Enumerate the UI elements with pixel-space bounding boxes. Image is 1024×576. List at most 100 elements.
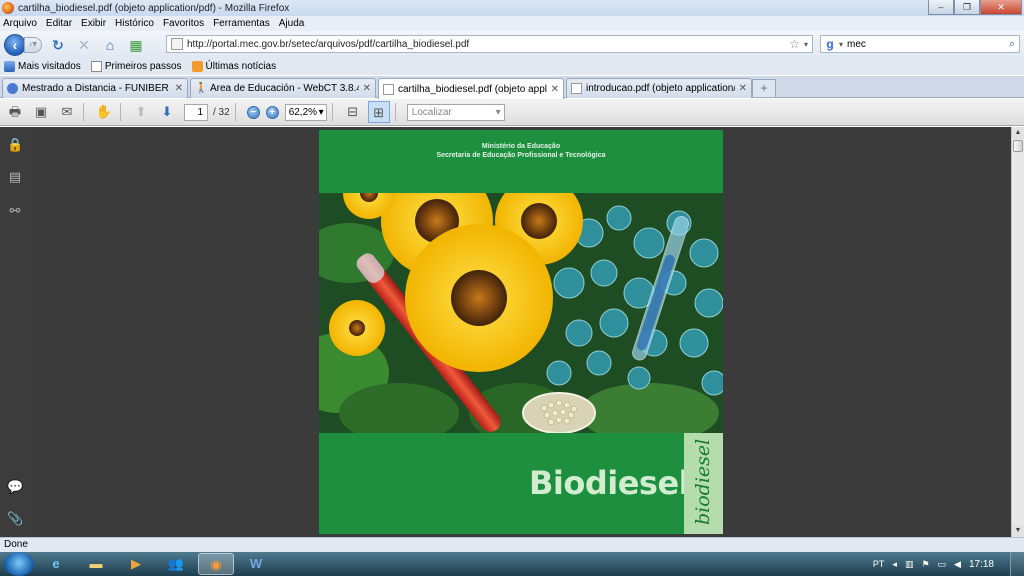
- pdf-toolbar: 🖶 ▣ ✉ ✋ ⬆ ⬇ 1 / 32 − + 62,2% ▾ ⊟ ⊞ Local…: [0, 99, 1024, 126]
- search-engine-dropdown-icon[interactable]: ▾: [839, 40, 843, 49]
- flag-icon[interactable]: ⚑: [921, 559, 929, 570]
- tab-close-icon[interactable]: ✕: [739, 83, 747, 94]
- messenger-icon[interactable]: 👥: [158, 553, 194, 575]
- url-text[interactable]: http://portal.mec.gov.br/setec/arquivos/…: [187, 39, 789, 50]
- menu-exibir[interactable]: Exibir: [81, 18, 106, 29]
- scroll-down-icon[interactable]: ▼: [1012, 525, 1024, 537]
- pan-tool-icon[interactable]: ✋: [93, 101, 115, 123]
- show-desktop-button[interactable]: [1010, 552, 1024, 576]
- menu-editar[interactable]: Editar: [46, 18, 72, 29]
- start-button[interactable]: [4, 552, 34, 576]
- menu-ajuda[interactable]: Ajuda: [279, 18, 305, 29]
- bookmark-star-icon[interactable]: ☆: [789, 37, 800, 51]
- stop-icon[interactable]: ✕: [74, 35, 94, 55]
- bookmark-primeiros-passos[interactable]: Primeiros passos: [90, 61, 182, 72]
- url-dropdown-icon[interactable]: ▾: [804, 40, 808, 49]
- network-icon[interactable]: ▥: [905, 559, 914, 570]
- page-total: / 32: [213, 106, 230, 118]
- tab-funiber[interactable]: Mestrado a Distancia - FUNIBER ✕: [2, 78, 188, 98]
- status-text: Done: [4, 539, 28, 550]
- tray-arrow-icon[interactable]: ◂: [892, 559, 897, 570]
- bookmarks-toolbar: Mais visitados Primeiros passos Últimas …: [0, 58, 1024, 75]
- find-input[interactable]: Localizar ▾: [406, 103, 505, 121]
- tab-introducao[interactable]: introducao.pdf (objeto application/... ✕: [566, 78, 752, 98]
- language-indicator[interactable]: PT: [873, 559, 885, 569]
- zoom-in-icon[interactable]: +: [265, 105, 279, 119]
- menu-historico[interactable]: Histórico: [115, 18, 154, 29]
- pages-icon[interactable]: ▤: [7, 169, 23, 185]
- volume-icon[interactable]: ◀: [954, 559, 961, 570]
- funiber-icon: [7, 83, 18, 94]
- menu-arquivo[interactable]: Arquivo: [3, 18, 37, 29]
- minimize-button[interactable]: –: [928, 0, 954, 15]
- firefox-taskbar-icon[interactable]: ◉: [198, 553, 234, 575]
- home-icon[interactable]: ⌂: [100, 35, 120, 55]
- pdf-page: Ministério da Educação Secretaria de Edu…: [319, 130, 723, 534]
- forward-button[interactable]: ›▾: [24, 36, 42, 53]
- menu-ferramentas[interactable]: Ferramentas: [213, 18, 270, 29]
- chevron-down-icon: ▾: [318, 106, 324, 118]
- page-number-input[interactable]: 1: [184, 103, 208, 121]
- google-icon[interactable]: g: [823, 37, 837, 51]
- toolbar-separator: [83, 103, 84, 121]
- next-page-icon[interactable]: ⬇: [156, 101, 178, 123]
- tab-label: cartilha_biodiesel.pdf (objeto appl...: [398, 83, 547, 95]
- scroll-up-icon[interactable]: ▲: [1012, 127, 1024, 139]
- cover-side-strip: biodiesel: [684, 433, 723, 534]
- vertical-scrollbar[interactable]: ▲ ▼: [1011, 127, 1024, 537]
- tab-close-icon[interactable]: ✕: [175, 83, 183, 94]
- close-button[interactable]: ✕: [980, 0, 1022, 15]
- binoculars-icon[interactable]: ⚯: [7, 203, 23, 219]
- page-icon: [383, 83, 394, 95]
- internet-explorer-icon[interactable]: e: [38, 553, 74, 575]
- lock-icon[interactable]: 🔒: [7, 137, 23, 153]
- print-icon[interactable]: 🖶: [4, 101, 26, 123]
- save-icon[interactable]: ▣: [30, 101, 52, 123]
- bookmark-ultimas-noticias[interactable]: Últimas notícias: [191, 61, 277, 72]
- ministry-header: Ministério da Educação Secretaria de Edu…: [319, 142, 723, 160]
- menu-favoritos[interactable]: Favoritos: [163, 18, 204, 29]
- tab-close-icon[interactable]: ✕: [551, 84, 559, 95]
- search-input[interactable]: mec: [847, 39, 1009, 50]
- reload-icon[interactable]: ↻: [48, 35, 68, 55]
- email-icon[interactable]: ✉: [56, 101, 78, 123]
- scroll-thumb[interactable]: [1013, 140, 1023, 152]
- comments-icon[interactable]: 💬: [7, 479, 23, 495]
- media-player-icon[interactable]: ▶: [118, 553, 154, 575]
- toolbar-separator: [394, 103, 396, 121]
- maximize-button[interactable]: ❐: [954, 0, 980, 15]
- zoom-value: 62,2%: [288, 106, 318, 118]
- zoom-select[interactable]: 62,2% ▾: [284, 103, 327, 121]
- attachment-icon[interactable]: 📎: [7, 511, 23, 527]
- search-icon[interactable]: ⌕: [1009, 38, 1015, 51]
- person-icon: 🚶: [195, 83, 208, 94]
- monitor-icon[interactable]: ▭: [938, 559, 947, 570]
- navigation-toolbar: ‹ ›▾ ↻ ✕ ⌂ ▦ http://portal.mec.gov.br/se…: [0, 31, 1024, 58]
- window-controls: – ❐ ✕: [928, 0, 1022, 15]
- zoom-out-icon[interactable]: −: [246, 105, 260, 119]
- clock[interactable]: 17:18: [969, 559, 994, 570]
- addon-icon[interactable]: ▦: [126, 35, 146, 55]
- tab-webct[interactable]: 🚶 Área de Educación - WebCT 3.8.4 ✕: [190, 78, 376, 98]
- fit-page-icon[interactable]: ⊟: [342, 101, 364, 123]
- tab-cartilha-biodiesel[interactable]: cartilha_biodiesel.pdf (objeto appl... ✕: [378, 78, 564, 99]
- tab-close-icon[interactable]: ✕: [363, 83, 371, 94]
- fit-width-icon[interactable]: ⊞: [367, 101, 390, 123]
- bookmark-mais-visitados[interactable]: Mais visitados: [4, 61, 81, 72]
- system-tray: PT ◂ ▥ ⚑ ▭ ◀ 17:18: [873, 552, 1024, 576]
- bookmark-folder-icon: [4, 61, 15, 72]
- search-bar[interactable]: g ▾ mec ⌕: [820, 35, 1020, 53]
- tab-label: Área de Educación - WebCT 3.8.4: [210, 83, 359, 94]
- toolbar-separator: [120, 103, 121, 121]
- url-bar[interactable]: http://portal.mec.gov.br/setec/arquivos/…: [166, 35, 813, 53]
- bookmark-label: Últimas notícias: [205, 61, 277, 72]
- cover-title: Biodiesel: [529, 464, 690, 502]
- back-button[interactable]: ‹: [4, 33, 26, 56]
- previous-page-icon[interactable]: ⬆: [130, 101, 152, 123]
- tab-label: introducao.pdf (objeto application/...: [586, 83, 735, 94]
- file-explorer-icon[interactable]: ▬: [78, 553, 114, 575]
- word-icon[interactable]: W: [238, 553, 274, 575]
- bookmark-label: Mais visitados: [18, 61, 81, 72]
- new-tab-button[interactable]: +: [752, 79, 776, 97]
- page-icon: [90, 61, 102, 72]
